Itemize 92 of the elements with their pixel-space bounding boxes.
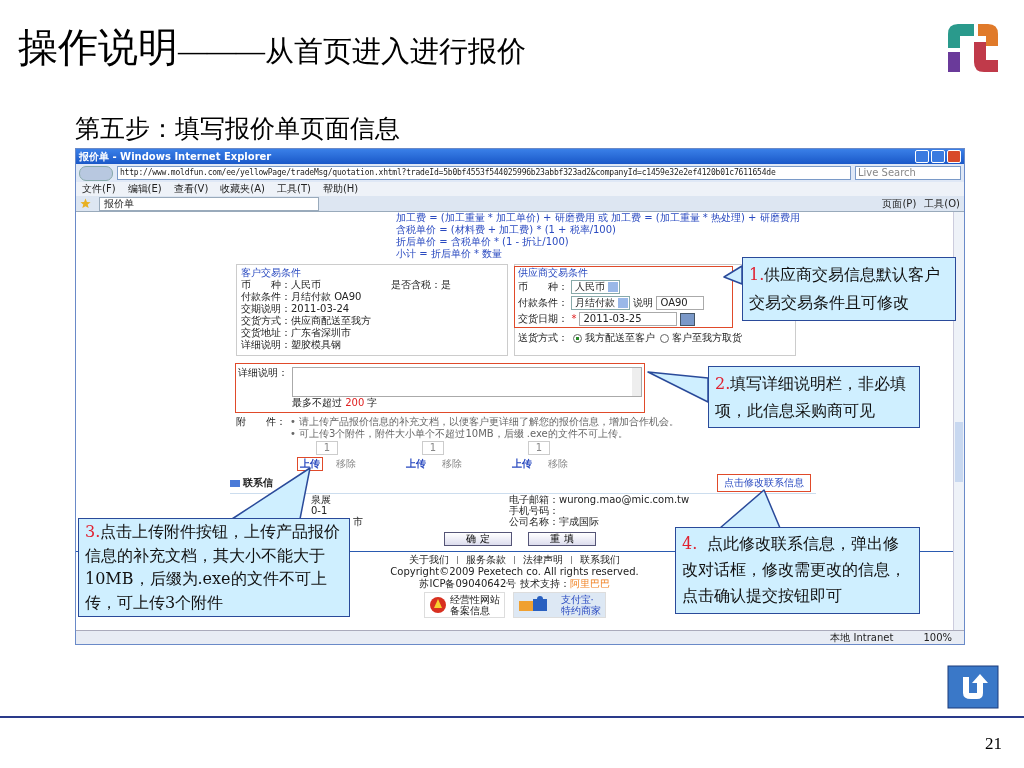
- panel-legend: 客户交易条件: [241, 267, 301, 279]
- remove-link[interactable]: 移除: [548, 458, 568, 470]
- field-label: 附 件：: [236, 416, 286, 429]
- address-field[interactable]: http://www.moldfun.com/ee/yellowPage/tradeMsg/quotation.xhtml?tradeId=5b0bf4553f544025996b23abbf323ad2&companyId=c1459e32e2ef4120b01c7611654de: [117, 166, 851, 180]
- file-slot: 1: [421, 441, 445, 455]
- payment-select[interactable]: 月结付款: [571, 296, 631, 310]
- remove-link[interactable]: 移除: [442, 458, 462, 470]
- footer-link[interactable]: 法律声明: [523, 554, 563, 566]
- terms-text: 详细说明：塑胶模具钢: [241, 339, 341, 351]
- field-label: 送货方式：: [518, 332, 569, 344]
- badge-text: 特约商家: [560, 605, 601, 616]
- delivery-radio[interactable]: 我方配送至客户: [573, 332, 656, 344]
- badge-text: 支付宝·: [560, 594, 594, 605]
- delivery-radio[interactable]: 客户至我方取货: [660, 332, 743, 344]
- note-field[interactable]: OA90: [656, 296, 705, 310]
- terms-text: 币 种：人民币: [241, 279, 321, 291]
- maximize-button[interactable]: [931, 150, 945, 163]
- date-field[interactable]: 2011-03-25: [579, 312, 678, 326]
- file-slot: 1: [315, 441, 339, 455]
- page-number: 21: [985, 734, 1002, 754]
- form-button[interactable]: 重 填: [528, 532, 596, 546]
- upload-link[interactable]: 上传: [298, 458, 322, 470]
- field-label: 币 种：: [518, 281, 569, 293]
- terms-text: 交货地址：广东省深圳市: [241, 327, 351, 339]
- upload-link[interactable]: 上传: [404, 458, 428, 470]
- attachment-note: • 请上传产品报价信息的补充文档，以便客户更详细了解您的报价信息，增加合作机会。: [290, 416, 680, 428]
- menu-item[interactable]: 收藏夹(A): [220, 182, 265, 196]
- contact-icon: [230, 479, 240, 487]
- footer-link[interactable]: 联系我们: [580, 554, 620, 566]
- formula-text: 加工费 = (加工重量 * 加工单价) + 研磨费用 或 加工费 = (加工重量 * 热处理) + 研磨费用: [396, 212, 801, 224]
- contact-text: 0-1: [311, 505, 328, 516]
- badge-text: 备案信息: [449, 605, 490, 616]
- calendar-icon[interactable]: [680, 312, 696, 326]
- section-title: 联系信: [243, 477, 273, 489]
- browser-tab[interactable]: 报价单: [99, 196, 319, 211]
- status-zone: 本地 Intranet: [830, 631, 894, 644]
- terms-text: 是否含税：是: [391, 279, 451, 291]
- callout-box: 1.供应商交易信息默认客户交易交易条件且可修改: [742, 257, 956, 321]
- required-mark: *: [571, 313, 577, 325]
- formula-text: 小计 = 折后单价 * 数量: [396, 248, 504, 260]
- panel-legend: 供应商交易条件: [518, 267, 589, 279]
- terms-text: 付款条件：月结付款 OA90: [241, 291, 362, 303]
- callout-pointer: [719, 489, 781, 529]
- copyright-text: Copyright©2009 Pexetech co. All rights reserved.: [390, 566, 639, 578]
- return-icon[interactable]: [947, 665, 999, 709]
- modify-contact-link[interactable]: 点击修改联系信息: [718, 475, 810, 491]
- zoom-control[interactable]: 100%: [923, 631, 952, 644]
- contact-text: 公司名称：宇成国际: [509, 516, 599, 527]
- icp-text: 苏ICP备09040642号 技术支持：: [419, 578, 570, 589]
- footer-badge[interactable]: 支付宝· 特约商家: [512, 592, 606, 618]
- badge-text: 经营性网站: [449, 594, 500, 605]
- menu-item[interactable]: 查看(V): [173, 182, 209, 196]
- step-heading: 第五步：填写报价单页面信息: [74, 114, 401, 144]
- contact-text: 泉展: [311, 494, 331, 505]
- length-hint: 最多不超过 200 字: [292, 397, 379, 409]
- file-slot: 1: [527, 441, 551, 455]
- menu-item[interactable]: 编辑(E): [127, 182, 162, 196]
- star-icon[interactable]: [80, 198, 91, 209]
- menu-item[interactable]: 帮助(H): [322, 182, 359, 196]
- menu-item[interactable]: 工具(T): [277, 182, 311, 196]
- footer-link[interactable]: 关于我们: [409, 554, 449, 566]
- window-title: 报价单 - Windows Internet Explorer: [79, 150, 273, 163]
- search-field[interactable]: Live Search: [855, 166, 961, 180]
- contact-text: 手机号码：: [509, 505, 559, 516]
- field-label: 详细说明：: [238, 367, 288, 380]
- contact-text: 电子邮箱：wurong.mao@mic.com.tw: [509, 494, 690, 505]
- footer-link[interactable]: 服务条款: [466, 554, 506, 566]
- menu-item[interactable]: 文件(F): [82, 182, 116, 196]
- terms-text: 交货方式：供应商配送至我方: [241, 315, 371, 327]
- field-label: 说明: [633, 297, 654, 309]
- toolbar-button[interactable]: 工具(O): [924, 197, 960, 210]
- formula-text: 折后单价 = 含税单价 * (1 - 折让/100): [396, 236, 570, 248]
- callout-pointer: [647, 371, 709, 403]
- terms-text: 交期说明：2011-03-24: [241, 303, 350, 315]
- scrollbar[interactable]: [953, 212, 964, 630]
- close-button[interactable]: [947, 150, 961, 163]
- contact-text: 市: [353, 516, 363, 527]
- toolbar-button[interactable]: 页面(P): [882, 197, 917, 210]
- currency-select[interactable]: 人民币: [571, 280, 621, 294]
- formula-text: 含税单价 = (材料费 + 加工费) * (1 + 税率/100): [396, 224, 617, 236]
- remove-link[interactable]: 移除: [336, 458, 356, 470]
- minimize-button[interactable]: [915, 150, 929, 163]
- field-label: 付款条件：: [518, 297, 569, 309]
- footer-badge[interactable]: 经营性网站 备案信息: [423, 592, 505, 618]
- callout-pointer: [723, 265, 743, 285]
- upload-link[interactable]: 上传: [510, 458, 534, 470]
- emblem-icon: [428, 596, 447, 614]
- details-textarea[interactable]: [292, 367, 642, 397]
- field-label: 交货日期：: [518, 313, 569, 325]
- slide-title: 操作说明———从首页进入进行报价: [18, 24, 526, 72]
- attachment-note: • 可上传3个附件，附件大小单个不超过10MB，后缀 .exe的文件不可上传。: [290, 428, 629, 440]
- form-button[interactable]: 确 定: [444, 532, 512, 546]
